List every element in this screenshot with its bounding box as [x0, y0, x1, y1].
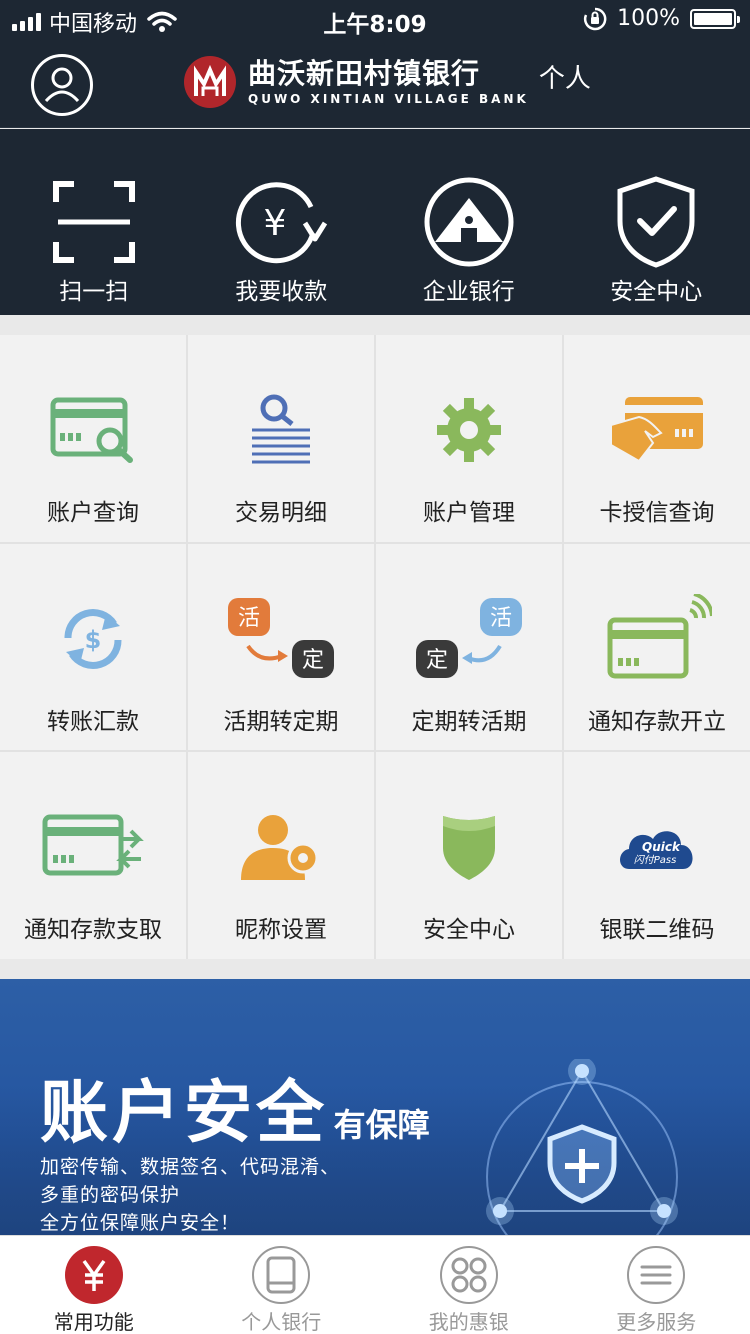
battery-icon	[690, 8, 740, 29]
svg-text:$: $	[85, 626, 102, 654]
security-network-graphic	[486, 1059, 678, 1235]
scan-icon	[52, 181, 135, 263]
tab-my-huiyin[interactable]: 我的惠银	[375, 1236, 563, 1334]
menu-icon	[640, 1265, 672, 1285]
grid-item-current-to-fixed[interactable]: 活 定 活期转定期	[188, 543, 374, 751]
grid-label: 活期转定期	[223, 708, 339, 735]
quick-receive-money[interactable]: ¥ 我要收款	[188, 129, 376, 315]
notice-deposit-open-icon	[607, 593, 712, 679]
banner-title: 账户安全 有保障	[40, 1057, 430, 1156]
tab-more-services[interactable]: 更多服务	[563, 1236, 750, 1334]
grid-label: 安全中心	[423, 917, 515, 944]
tab-common-functions[interactable]: 常用功能	[0, 1236, 188, 1334]
phone-icon	[266, 1256, 296, 1294]
grid-item-account-query[interactable]: 账户查询	[0, 335, 186, 542]
tab-label: 个人银行	[241, 1310, 322, 1334]
user-icon	[44, 67, 80, 103]
badge-fixed: 定	[426, 648, 448, 673]
current-to-fixed-icon: 活 定	[228, 597, 334, 678]
gear-icon	[437, 398, 501, 462]
rotation-lock-icon	[584, 7, 607, 30]
account-query-icon	[50, 397, 133, 463]
bank-name-cn: 曲沃新田村镇银行	[248, 57, 481, 90]
quick-security-center-label: 安全中心	[610, 279, 703, 305]
grid-item-notice-deposit-open[interactable]: 通知存款开立	[564, 543, 750, 751]
grid-label: 昵称设置	[235, 917, 327, 944]
security-shield-icon	[443, 816, 495, 881]
banner-line: 加密传输、数据签名、代码混淆、	[40, 1156, 341, 1178]
tab-label: 更多服务	[616, 1310, 697, 1334]
grid-item-security-center[interactable]: 安全中心	[376, 752, 562, 959]
quick-scan-label: 扫一扫	[59, 279, 129, 305]
banner-description: 加密传输、数据签名、代码混淆、 多重的密码保护 全方位保障账户安全！	[40, 1153, 340, 1235]
banner-title-main: 账户安全	[40, 1073, 329, 1153]
grid-label: 卡授信查询	[599, 500, 715, 526]
grid-label: 通知存款开立	[588, 708, 726, 735]
enterprise-bank-icon	[424, 177, 514, 267]
grid-item-unionpay-qr[interactable]: Quick 闪付Pass 银联二维码	[564, 752, 750, 959]
badge-current: 活	[238, 606, 260, 631]
quick-enterprise-bank-label: 企业银行	[422, 279, 515, 305]
tab-label: 我的惠银	[428, 1310, 509, 1334]
quickpass-text-b: 闪付Pass	[634, 854, 677, 866]
badge-current: 活	[490, 606, 512, 631]
grid-item-notice-deposit-withdraw[interactable]: 通知存款支取	[0, 752, 186, 959]
user-avatar-button[interactable]	[31, 54, 93, 116]
grid-label: 账户查询	[47, 500, 139, 526]
shield-check-icon	[617, 176, 695, 268]
grid-item-card-credit-query[interactable]: 卡授信查询	[564, 335, 750, 542]
quick-scan[interactable]: 扫一扫	[0, 129, 188, 315]
notice-deposit-withdraw-icon	[42, 814, 144, 876]
grid-item-nickname-settings[interactable]: 昵称设置	[188, 752, 374, 959]
quick-enterprise-bank[interactable]: 企业银行	[375, 129, 563, 315]
function-grid: 账户查询 交易明细 账户管理 卡授信查询 $ 转账汇款 活 定 活期转定期 活 …	[0, 335, 750, 959]
banner-line: 全方位保障账户安全！	[40, 1212, 241, 1234]
grid-label: 银联二维码	[599, 917, 715, 944]
grid-label: 账户管理	[423, 500, 515, 526]
personal-label: 个人	[538, 63, 591, 94]
apps-icon	[451, 1257, 487, 1293]
quickpass-icon: Quick 闪付Pass	[620, 831, 693, 870]
quickpass-text-a: Quick	[642, 840, 681, 854]
grid-item-account-management[interactable]: 账户管理	[376, 335, 562, 542]
grid-label: 通知存款支取	[24, 917, 162, 944]
card-credit-icon	[610, 397, 703, 463]
quick-security-center[interactable]: 安全中心	[563, 129, 750, 315]
promo-banner[interactable]: 账户安全 有保障 加密传输、数据签名、代码混淆、 多重的密码保护 全方位保障账户…	[0, 979, 750, 1235]
banner-line: 多重的密码保护	[40, 1184, 181, 1206]
bank-brand: 曲沃新田村镇银行 QUWO XINTIAN VILLAGE BANK 个人	[184, 56, 591, 108]
tab-label: 常用功能	[53, 1310, 134, 1334]
status-bar: 中国移动 上午8:09 100%	[0, 0, 750, 40]
transaction-detail-icon	[252, 394, 310, 464]
banner-title-sub: 有保障	[333, 1106, 430, 1144]
yuan-icon	[82, 1259, 106, 1291]
bank-logo	[184, 56, 236, 108]
svg-text:¥: ¥	[264, 203, 287, 244]
battery-percent: 100%	[617, 6, 680, 31]
quick-actions: 扫一扫 ¥ 我要收款 企业银行 安全中心	[0, 129, 750, 315]
transfer-icon: $	[64, 608, 122, 669]
receive-money-icon: ¥	[236, 182, 328, 264]
grid-label: 转账汇款	[47, 708, 139, 735]
quick-receive-money-label: 我要收款	[235, 279, 328, 305]
grid-item-transfer[interactable]: $ 转账汇款	[0, 543, 186, 751]
grid-item-fixed-to-current[interactable]: 活 定 定期转活期	[376, 543, 562, 751]
grid-item-transaction-detail[interactable]: 交易明细	[188, 335, 374, 542]
badge-fixed: 定	[302, 648, 324, 673]
fixed-to-current-icon: 活 定	[416, 597, 522, 678]
grid-label: 定期转活期	[411, 708, 527, 735]
app-header: 曲沃新田村镇银行 QUWO XINTIAN VILLAGE BANK 个人	[0, 40, 750, 128]
bank-logo-mark	[194, 64, 226, 96]
grid-label: 交易明细	[235, 500, 327, 526]
bottom-tab-bar: 常用功能 个人银行 我的惠银 更多服务	[0, 1235, 750, 1334]
tab-personal-bank[interactable]: 个人银行	[188, 1236, 376, 1334]
nickname-settings-icon	[241, 815, 319, 881]
bank-name-en: QUWO XINTIAN VILLAGE BANK	[248, 92, 529, 106]
